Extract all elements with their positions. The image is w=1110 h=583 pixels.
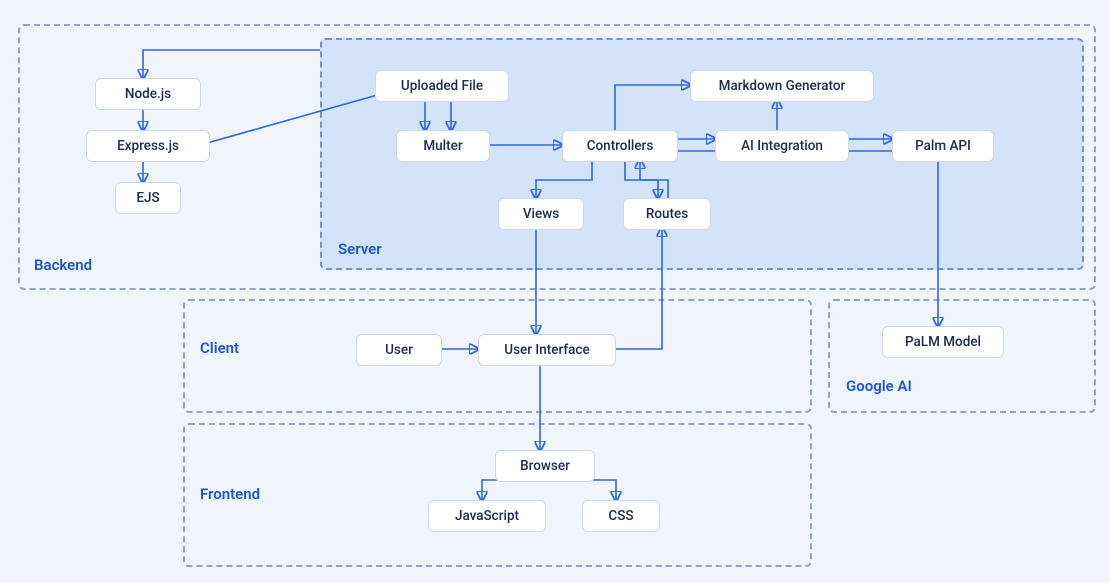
diagram-canvas: Backend Server Client Google AI Frontend [0,0,1110,583]
region-label-googleai: Google AI [846,377,912,395]
region-label-backend: Backend [34,256,92,274]
node-ejs: EJS [115,182,181,214]
node-expressjs: Express.js [86,130,210,162]
node-views: Views [498,198,584,230]
node-markdown-generator: Markdown Generator [690,70,874,102]
node-multer: Multer [396,130,490,162]
node-palm-api: Palm API [892,130,994,162]
node-routes: Routes [623,198,711,230]
region-label-server: Server [338,240,382,258]
region-label-frontend: Frontend [200,485,260,503]
region-label-client: Client [200,339,239,357]
node-javascript: JavaScript [428,500,546,532]
node-uploaded-file: Uploaded File [375,70,509,102]
node-user: User [356,334,442,366]
node-ai-integration: AI Integration [715,130,849,162]
node-browser: Browser [495,450,595,482]
node-css: CSS [582,500,660,532]
region-frontend [183,423,812,567]
node-controllers: Controllers [562,130,678,162]
node-nodejs: Node.js [95,78,201,110]
node-palm-model: PaLM Model [882,326,1004,358]
node-user-interface: User Interface [478,334,616,366]
